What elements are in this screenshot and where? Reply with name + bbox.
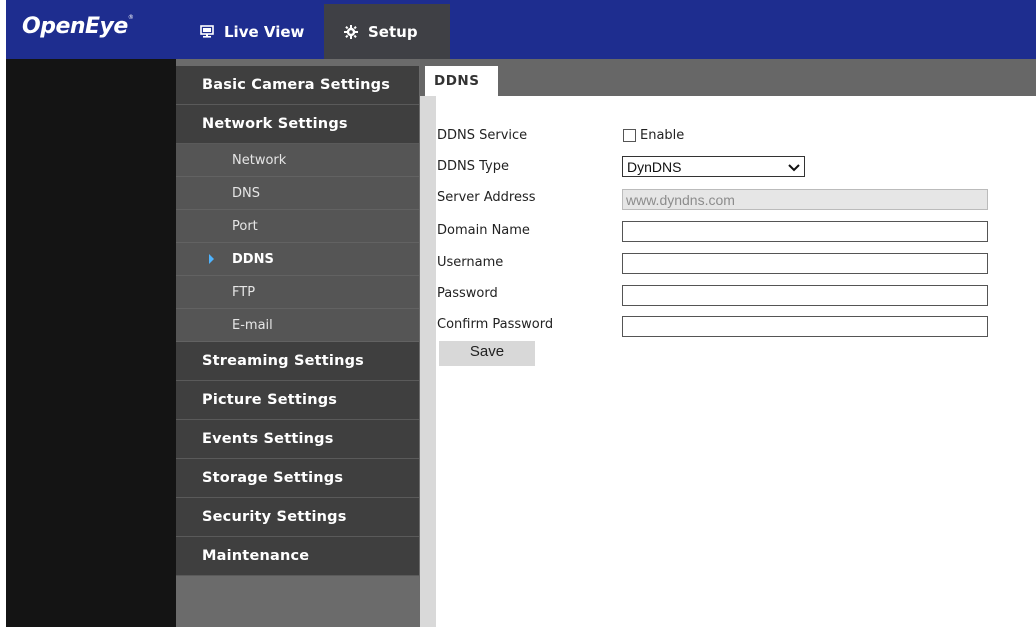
ddns-service-label: DDNS Service [437, 128, 528, 143]
ddns-type-select[interactable]: DynDNS [622, 156, 805, 177]
password-label: Password [437, 286, 498, 301]
enable-label: Enable [640, 128, 685, 143]
domain-name-input[interactable] [622, 221, 988, 242]
nav-live-view-label: Live View [224, 22, 305, 41]
sidebar-item-network-settings[interactable]: Network Settings [176, 105, 419, 144]
sidebar-subitem-network[interactable]: Network [176, 144, 419, 177]
ddns-type-label: DDNS Type [437, 159, 509, 174]
ddns-type-value: DynDNS [627, 158, 682, 175]
subitem-label: Network [232, 152, 287, 168]
sidebar-item-storage-settings[interactable]: Storage Settings [176, 459, 419, 498]
enable-checkbox[interactable] [623, 129, 636, 142]
enable-checkbox-group: Enable [623, 128, 684, 143]
sidebar-item-maintenance[interactable]: Maintenance [176, 537, 419, 576]
openeye-logo: OpenEye® [22, 14, 134, 39]
content-left-strip [420, 59, 436, 627]
nav-setup[interactable]: Setup [324, 4, 450, 59]
left-empty-panel [6, 59, 176, 627]
settings-menu: Basic Camera Settings Network Settings N… [176, 66, 419, 576]
confirm-password-input[interactable] [622, 316, 988, 337]
sidebar-subitem-port[interactable]: Port [176, 210, 419, 243]
chevron-down-icon [788, 159, 800, 175]
username-input[interactable] [622, 253, 988, 274]
subitem-label: DDNS [232, 251, 274, 267]
tab-ddns[interactable]: DDNS [425, 66, 498, 96]
sidebar-item-streaming-settings[interactable]: Streaming Settings [176, 342, 419, 381]
settings-sidebar: Basic Camera Settings Network Settings N… [176, 59, 420, 627]
sidebar-item-basic-camera-settings[interactable]: Basic Camera Settings [176, 66, 419, 105]
sidebar-item-picture-settings[interactable]: Picture Settings [176, 381, 419, 420]
password-input[interactable] [622, 285, 988, 306]
subitem-label: Port [232, 218, 258, 234]
username-label: Username [437, 255, 504, 270]
sidebar-item-events-settings[interactable]: Events Settings [176, 420, 419, 459]
confirm-password-label: Confirm Password [437, 317, 554, 332]
save-button[interactable]: Save [439, 341, 535, 366]
monitor-icon [200, 25, 214, 38]
sidebar-item-security-settings[interactable]: Security Settings [176, 498, 419, 537]
active-arrow-icon [209, 254, 214, 264]
sidebar-subitem-email[interactable]: E-mail [176, 309, 419, 342]
sidebar-subitem-dns[interactable]: DNS [176, 177, 419, 210]
gear-icon [344, 24, 358, 39]
subitem-label: E-mail [232, 317, 273, 333]
subitem-label: FTP [232, 284, 256, 300]
server-address-input[interactable] [622, 189, 988, 210]
sidebar-subitem-ftp[interactable]: FTP [176, 276, 419, 309]
tab-bar [420, 59, 1036, 96]
sidebar-subitem-ddns[interactable]: DDNS [176, 243, 419, 276]
subitem-label: DNS [232, 185, 260, 201]
nav-setup-label: Setup [368, 22, 418, 41]
top-navigation-bar [6, 0, 1036, 59]
nav-live-view[interactable]: Live View [196, 4, 324, 59]
domain-name-label: Domain Name [437, 223, 530, 238]
server-address-label: Server Address [437, 190, 536, 205]
